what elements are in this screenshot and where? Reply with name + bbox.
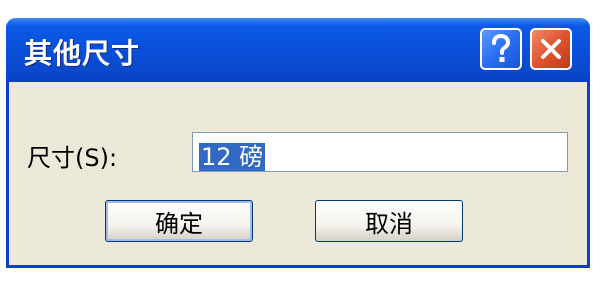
ok-button[interactable]: 确定 — [105, 200, 253, 242]
size-input-value: 12 磅 — [199, 143, 266, 171]
close-x-icon — [541, 39, 561, 59]
cancel-button[interactable]: 取消 — [315, 200, 463, 242]
dialog-body: 尺寸(S): 12 磅 确定 取消 — [9, 82, 587, 268]
size-input[interactable]: 12 磅 — [192, 132, 568, 172]
size-label: 尺寸(S): — [27, 144, 118, 172]
custom-size-dialog: 其他尺寸 尺寸(S): 12 磅 确定 取消 — [6, 18, 590, 268]
close-button[interactable] — [530, 28, 572, 70]
window-title: 其他尺寸 — [24, 37, 141, 70]
help-button[interactable] — [480, 28, 522, 70]
question-mark-icon — [492, 34, 511, 62]
title-bar[interactable]: 其他尺寸 — [6, 18, 590, 82]
